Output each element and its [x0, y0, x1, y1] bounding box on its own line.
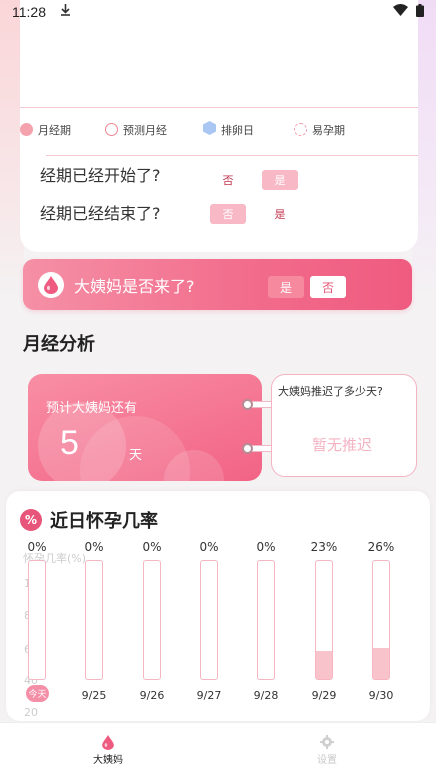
- legend-predict-label: 预测月经: [123, 123, 167, 137]
- bar: [315, 560, 333, 680]
- ended-no-button[interactable]: 否: [210, 204, 246, 224]
- pregnancy-title: 近日怀孕几率: [50, 511, 158, 532]
- legend-divider: [46, 155, 418, 156]
- legend-predict: 预测月经: [105, 122, 167, 138]
- bar: [257, 560, 275, 680]
- tab-settings[interactable]: 设置: [297, 733, 357, 766]
- legend-period: 月经期: [20, 122, 71, 138]
- calendar-divider: [20, 107, 418, 108]
- today-badge: 今天: [26, 685, 49, 702]
- banner-no-button[interactable]: 否: [310, 276, 346, 298]
- period-arrived-banner: 大姨妈是否来了? 是 否: [23, 259, 412, 310]
- bar-date-label: 9/27: [196, 689, 222, 702]
- tab-settings-label: 设置: [317, 755, 337, 766]
- bar: [143, 560, 161, 680]
- delay-value: 暂无推迟: [312, 436, 373, 454]
- countdown-label: 预计大姨妈还有: [46, 401, 138, 416]
- bar-fill: [316, 651, 332, 679]
- download-icon: [60, 4, 71, 20]
- battery-icon: [416, 3, 424, 21]
- bar-date-label: 9/30: [368, 689, 394, 702]
- status-bar: 11:28: [0, 0, 436, 24]
- started-no-button[interactable]: 否: [210, 170, 246, 190]
- banner-label: 大姨妈是否来了?: [74, 276, 195, 296]
- countdown-value: 5: [60, 424, 79, 462]
- bar-value-label: 0%: [27, 540, 47, 554]
- legend-period-label: 月经期: [38, 123, 71, 137]
- status-time: 11:28: [12, 4, 46, 20]
- countdown-unit: 天: [129, 448, 143, 463]
- bar: [372, 560, 390, 680]
- legend-fertile-label: 易孕期: [312, 123, 345, 137]
- connector-knob: [242, 399, 253, 410]
- ovulation-hexagon-icon: [203, 121, 216, 138]
- bottom-tab-bar: 大姨妈 设置: [0, 722, 436, 776]
- y-tick: 20: [24, 706, 38, 719]
- wifi-icon: [393, 4, 408, 20]
- bar-value-label: 26%: [367, 540, 395, 554]
- started-yes-button[interactable]: 是: [262, 170, 298, 190]
- connector-knob: [242, 443, 253, 454]
- banner-yes-button[interactable]: 是: [268, 276, 304, 298]
- legend-ovulation-label: 排卵日: [221, 123, 254, 137]
- bar-date-label: 9/28: [253, 689, 279, 702]
- calendar-legend: 月经期 预测月经 排卵日 易孕期: [20, 121, 418, 138]
- countdown-card: 预计大姨妈还有 5 天: [28, 374, 262, 481]
- question-ended: 经期已经结束了?: [40, 204, 161, 223]
- bar: [28, 560, 46, 680]
- gear-icon: [297, 733, 357, 751]
- fertile-dot-icon: [294, 123, 307, 136]
- bar-value-label: 23%: [310, 540, 338, 554]
- legend-fertile: 易孕期: [294, 122, 345, 138]
- tab-period-label: 大姨妈: [93, 755, 123, 766]
- drop-icon: [38, 271, 64, 298]
- bar-date-label: 9/25: [81, 689, 107, 702]
- question-started: 经期已经开始了?: [40, 166, 161, 185]
- bar-value-label: 0%: [199, 540, 219, 554]
- ended-yes-button[interactable]: 是: [262, 204, 298, 224]
- percent-icon: %: [20, 509, 42, 531]
- period-dot-icon: [20, 123, 33, 136]
- bar-date-label: 9/29: [311, 689, 337, 702]
- analysis-title: 月经分析: [23, 334, 95, 355]
- legend-ovulation: 排卵日: [203, 121, 254, 138]
- pregnancy-chance-card: % 近日怀孕几率 怀孕几率(%) 100 80 60 40 20 0%今天0%9…: [6, 491, 430, 721]
- drop-icon: [78, 733, 138, 751]
- predict-dot-icon: [105, 123, 118, 136]
- bar: [85, 560, 103, 680]
- bar-value-label: 0%: [84, 540, 104, 554]
- delay-card: 大姨妈推迟了多少天? 暂无推迟: [271, 374, 417, 477]
- bar: [200, 560, 218, 680]
- bar-date-label: 9/26: [139, 689, 165, 702]
- bar-value-label: 0%: [142, 540, 162, 554]
- tab-period[interactable]: 大姨妈: [78, 733, 138, 766]
- delay-label: 大姨妈推迟了多少天?: [278, 385, 383, 398]
- bar-value-label: 0%: [256, 540, 276, 554]
- bar-fill: [373, 648, 389, 679]
